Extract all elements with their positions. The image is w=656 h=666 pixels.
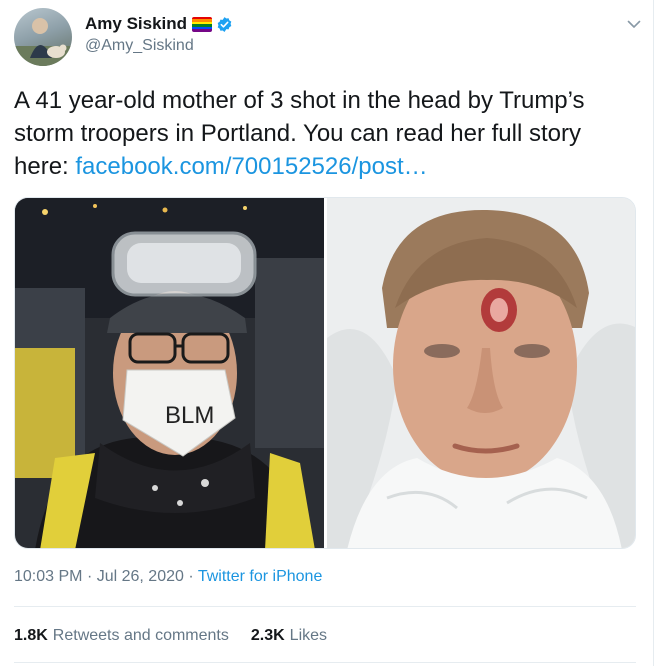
retweets-stat[interactable]: 1.8K Retweets and comments [14, 627, 229, 645]
tweet-meta: 10:03 PM · Jul 26, 2020 · Twitter for iP… [14, 568, 322, 586]
tweet-source[interactable]: Twitter for iPhone [198, 568, 323, 585]
tweet-text: A 41 year-old mother of 3 shot in the he… [14, 84, 634, 183]
chevron-down-icon[interactable] [626, 16, 642, 32]
author-name-row: Amy Siskind [85, 14, 233, 34]
divider [14, 662, 636, 663]
author-name[interactable]: Amy Siskind [85, 14, 187, 34]
likes-label: Likes [289, 627, 328, 644]
retweets-count: 1.8K [14, 627, 48, 644]
tweet-time[interactable]: 10:03 PM [14, 568, 82, 585]
tweet-stats: 1.8K Retweets and comments 2.3K Likes [14, 627, 327, 645]
photo-protester[interactable]: BLM [15, 198, 324, 548]
likes-stat[interactable]: 2.3K Likes [251, 627, 327, 645]
meta-separator: · [188, 568, 194, 585]
avatar[interactable] [14, 8, 72, 66]
retweets-label: Retweets and comments [52, 627, 229, 644]
meta-separator: · [86, 568, 93, 585]
rainbow-flag-icon [192, 16, 213, 32]
tweet-date[interactable]: Jul 26, 2020 [97, 568, 184, 585]
tweet-link[interactable]: facebook.com/700152526/post… [75, 153, 427, 180]
media-grid: BLM [14, 197, 636, 549]
timeline-border [653, 0, 654, 666]
likes-count: 2.3K [250, 627, 285, 644]
photo-injury[interactable] [326, 198, 635, 548]
mask-text: BLM [165, 402, 214, 429]
tweet-header: Amy Siskind @Amy_Siskind [14, 8, 644, 68]
author-handle[interactable]: @Amy_Siskind [85, 37, 194, 55]
divider [14, 606, 636, 607]
verified-badge-icon [217, 16, 232, 32]
tweet-card: Amy Siskind @Amy_Siskind A 41 year-old m… [0, 0, 656, 666]
